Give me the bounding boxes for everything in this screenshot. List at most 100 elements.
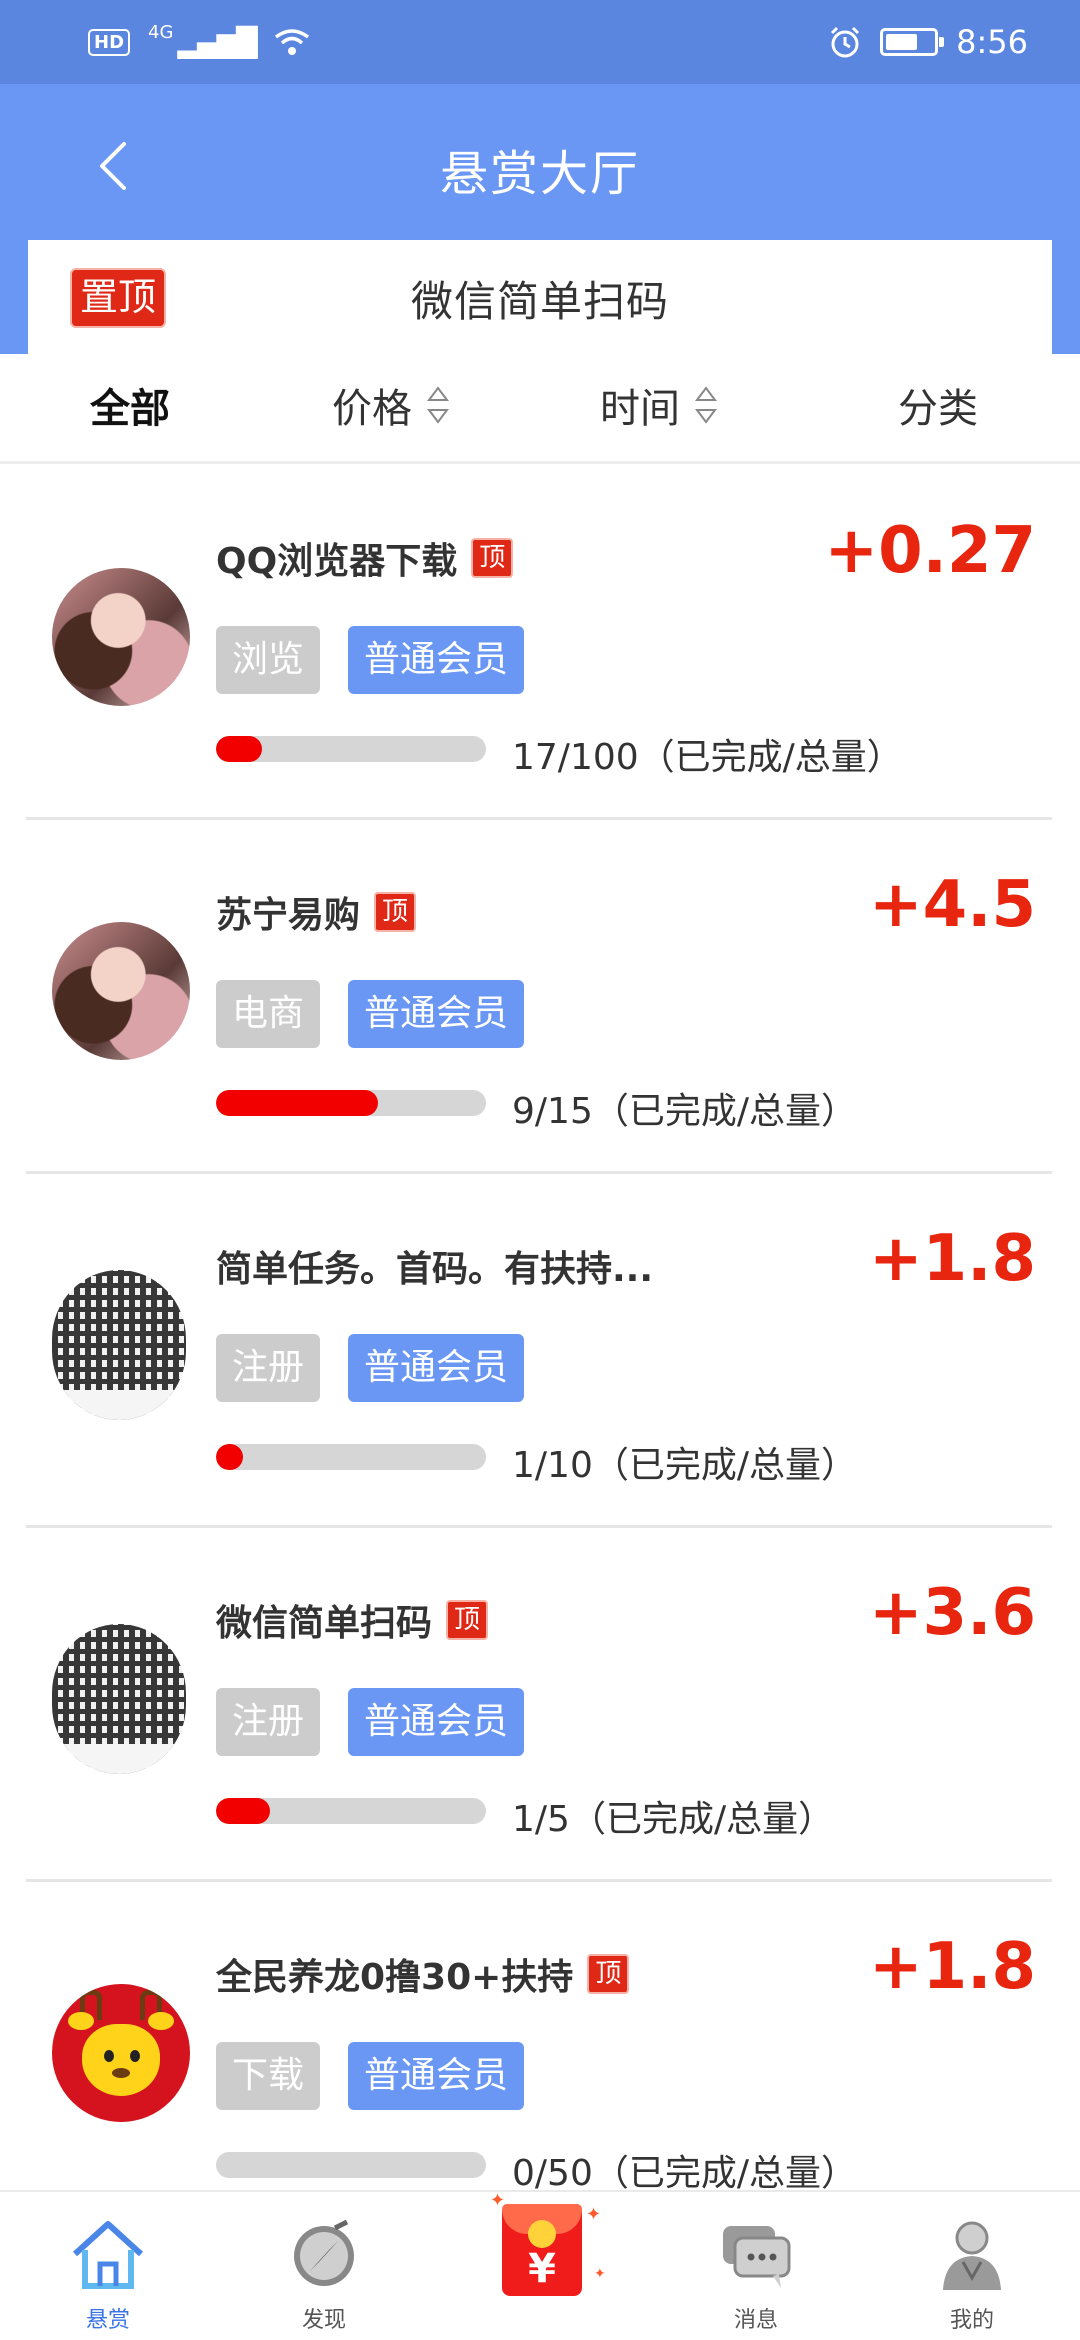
task-tags: 下载 普通会员 — [216, 2042, 525, 2110]
filter-category-label: 分类 — [898, 386, 978, 432]
task-title-text: 微信简单扫码 — [216, 1603, 433, 1644]
status-right: 8:56 — [828, 23, 1028, 61]
reward-amount: +1.8 — [869, 1930, 1036, 2004]
yen-symbol: ¥ — [528, 2246, 556, 2292]
avatar — [52, 922, 190, 1060]
hd-indicator: HD — [88, 28, 131, 56]
alarm-icon — [831, 26, 860, 58]
battery-icon — [880, 28, 945, 56]
task-tags: 注册 普通会员 — [216, 1688, 525, 1756]
progress-text: 1/5（已完成/总量） — [512, 1799, 835, 1840]
progress-fill — [216, 1798, 270, 1824]
avatar — [52, 568, 190, 706]
task-title: 微信简单扫码 顶 — [216, 1594, 489, 1646]
sort-arrows-icon — [426, 385, 450, 425]
category-tag: 注册 — [216, 1334, 321, 1402]
task-title: 全民养龙0撸30+扶持 顶 — [216, 1948, 630, 2000]
task-title-text: 简单任务。首码。有扶持... — [216, 1249, 654, 1290]
filter-time[interactable]: 时间 — [600, 376, 718, 434]
nav-label: 发现 — [301, 2308, 346, 2333]
progress-text: 0/50（已完成/总量） — [512, 2153, 857, 2194]
qr-code-avatar — [52, 1270, 186, 1420]
house-icon — [72, 2221, 144, 2289]
filter-time-label: 时间 — [600, 386, 680, 432]
member-tag: 普通会员 — [348, 626, 525, 694]
filter-all[interactable]: 全部 — [90, 376, 170, 434]
filter-category[interactable]: 分类 — [898, 376, 978, 434]
sort-arrows-icon — [694, 385, 718, 425]
progress-bar — [216, 2152, 486, 2178]
top-badge: 顶 — [446, 1599, 489, 1641]
filter-price-label: 价格 — [332, 386, 412, 432]
member-tag: 普通会员 — [348, 1334, 525, 1402]
status-left: HD 4G ▂▄▆█ — [88, 22, 310, 59]
task-item[interactable]: 全民养龙0撸30+扶持 顶 +1.8 下载 普通会员 0/50（已完成/总量） — [0, 1882, 1080, 2236]
qr-code-avatar — [52, 1624, 186, 1774]
member-tag: 普通会员 — [348, 2042, 525, 2110]
compass-icon — [294, 2219, 354, 2286]
filter-bar: 全部 价格 时间 分类 — [0, 354, 1080, 464]
reward-amount: +1.8 — [869, 1222, 1036, 1296]
nav-discover[interactable]: 发现 — [244, 2204, 404, 2334]
task-item[interactable]: 简单任务。首码。有扶持... +1.8 注册 普通会员 1/10（已完成/总量） — [0, 1174, 1080, 1528]
progress-text: 9/15（已完成/总量） — [512, 1091, 857, 1132]
task-title-text: 苏宁易购 — [216, 895, 361, 936]
nav-mine[interactable]: 我的 — [892, 2204, 1052, 2334]
task-title: 简单任务。首码。有扶持... — [216, 1240, 653, 1292]
task-list: QQ浏览器下载 顶 +0.27 浏览 普通会员 17/100（已完成/总量） 苏… — [0, 466, 1080, 2236]
reward-amount: +3.6 — [869, 1576, 1036, 1650]
category-tag: 下载 — [216, 2042, 321, 2110]
top-badge: 顶 — [374, 891, 417, 933]
category-tag: 注册 — [216, 1688, 321, 1756]
wifi-icon — [274, 29, 309, 55]
task-tags: 浏览 普通会员 — [216, 626, 525, 694]
reward-amount: +0.27 — [824, 514, 1036, 588]
task-title-text: 全民养龙0撸30+扶持 — [216, 1957, 574, 1998]
network-label: 4G — [148, 21, 174, 43]
pinned-task-banner[interactable]: 置顶 微信简单扫码 — [28, 240, 1052, 356]
signal-icon: ▂▄▆█ — [177, 25, 257, 59]
nav-reward[interactable]: 悬赏 — [28, 2204, 188, 2334]
red-packet-button[interactable]: ✦ ✦ ✦ ¥ — [490, 2190, 606, 2300]
sparkle-icon: ✦ — [594, 2266, 606, 2282]
reward-amount: +4.5 — [869, 868, 1036, 942]
sparkle-icon: ✦ — [586, 2204, 602, 2225]
category-tag: 浏览 — [216, 626, 321, 694]
filter-all-label: 全部 — [90, 386, 170, 432]
task-item[interactable]: QQ浏览器下载 顶 +0.27 浏览 普通会员 17/100（已完成/总量） — [0, 466, 1080, 820]
category-tag: 电商 — [216, 980, 321, 1048]
member-tag: 普通会员 — [348, 980, 525, 1048]
progress-bar — [216, 736, 486, 762]
progress-text: 1/10（已完成/总量） — [512, 1445, 857, 1486]
progress-fill — [216, 736, 262, 762]
page-title: 悬赏大厅 — [439, 146, 640, 202]
user-icon — [943, 2221, 1001, 2290]
clock-time: 8:56 — [956, 23, 1028, 61]
task-item[interactable]: 微信简单扫码 顶 +3.6 注册 普通会员 1/5（已完成/总量） — [0, 1528, 1080, 1882]
nav-label: 悬赏 — [85, 2308, 130, 2333]
nav-messages[interactable]: 消息 — [676, 2204, 836, 2334]
member-tag: 普通会员 — [348, 1688, 525, 1756]
chat-icon — [723, 2226, 791, 2288]
progress-fill — [216, 1444, 243, 1470]
filter-price[interactable]: 价格 — [332, 376, 450, 434]
task-item[interactable]: 苏宁易购 顶 +4.5 电商 普通会员 9/15（已完成/总量） — [0, 820, 1080, 1174]
progress-bar — [216, 1798, 486, 1824]
top-badge: 顶 — [587, 1953, 630, 1995]
nav-label: 消息 — [733, 2308, 778, 2333]
progress-fill — [216, 1090, 378, 1116]
nav-label: 我的 — [949, 2308, 994, 2333]
pinned-task-title: 微信简单扫码 — [410, 276, 669, 326]
progress-bar — [216, 1090, 486, 1116]
task-title-text: QQ浏览器下载 — [216, 541, 458, 582]
task-tags: 电商 普通会员 — [216, 980, 525, 1048]
task-title: QQ浏览器下载 顶 — [216, 532, 514, 584]
status-bar: HD 4G ▂▄▆█ 8:56 — [0, 0, 1080, 84]
top-badge: 顶 — [471, 537, 514, 579]
task-title: 苏宁易购 顶 — [216, 886, 417, 938]
progress-bar — [216, 1444, 486, 1470]
task-tags: 注册 普通会员 — [216, 1334, 525, 1402]
progress-text: 17/100（已完成/总量） — [512, 737, 903, 778]
header: 悬赏大厅 置顶 微信简单扫码 — [0, 84, 1080, 356]
deer-avatar — [52, 1984, 190, 2122]
